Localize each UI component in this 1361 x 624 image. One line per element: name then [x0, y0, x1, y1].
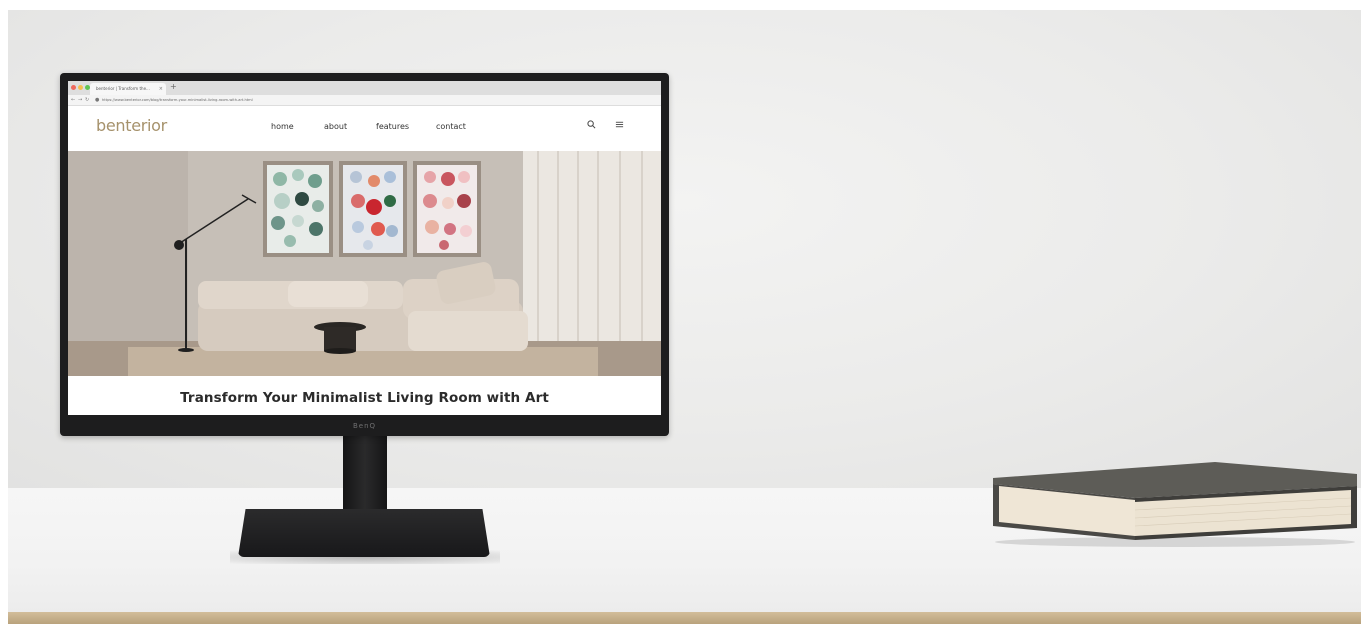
- url-field[interactable]: https://www.benterior.com/blog/transform…: [102, 97, 402, 103]
- book-on-desk: [985, 462, 1359, 547]
- monitor-screen: benterior | Transform the... × + ← → ↻ ●…: [68, 81, 661, 415]
- art-frame-2: [339, 161, 407, 257]
- hero-image-living-room: [68, 151, 661, 376]
- window-close-dot[interactable]: [71, 85, 76, 90]
- browser-tab[interactable]: benterior | Transform the... ×: [90, 83, 166, 95]
- nav-link-contact[interactable]: contact: [436, 122, 466, 131]
- art-frame-3: [413, 161, 481, 257]
- desk-edge: [8, 612, 1361, 624]
- site-logo[interactable]: benterior: [96, 116, 167, 135]
- article-headline: Transform Your Minimalist Living Room wi…: [180, 390, 549, 406]
- monitor: BenQ benterior | Transform the... × + ← …: [60, 73, 669, 436]
- art-frame-1: [263, 161, 333, 257]
- search-icon[interactable]: [587, 120, 596, 132]
- site-header: benterior home about features contact: [68, 106, 661, 151]
- tab-title: benterior | Transform the...: [96, 86, 150, 91]
- menu-icon[interactable]: [615, 120, 624, 132]
- monitor-stand-neck: [343, 434, 387, 522]
- nav-link-about[interactable]: about: [324, 122, 347, 131]
- product-photo-scene: BenQ benterior | Transform the... × + ← …: [0, 0, 1361, 624]
- nav-link-home[interactable]: home: [271, 122, 294, 131]
- window-minimize-dot[interactable]: [78, 85, 83, 90]
- browser-tab-bar: benterior | Transform the... × +: [68, 81, 661, 95]
- reload-icon[interactable]: ↻: [85, 95, 89, 105]
- tab-close-icon[interactable]: ×: [159, 83, 163, 95]
- back-arrow-icon[interactable]: ←: [71, 95, 75, 105]
- monitor-stand-base: [238, 509, 490, 557]
- nav-link-features[interactable]: features: [376, 122, 409, 131]
- forward-arrow-icon[interactable]: →: [78, 95, 82, 105]
- browser-address-bar: ← → ↻ ● https://www.benterior.com/blog/t…: [68, 95, 661, 106]
- article-headline-area: Transform Your Minimalist Living Room wi…: [68, 376, 661, 415]
- monitor-brand-logo: BenQ: [352, 422, 377, 430]
- new-tab-button[interactable]: +: [170, 82, 177, 91]
- lock-icon: ●: [95, 97, 100, 103]
